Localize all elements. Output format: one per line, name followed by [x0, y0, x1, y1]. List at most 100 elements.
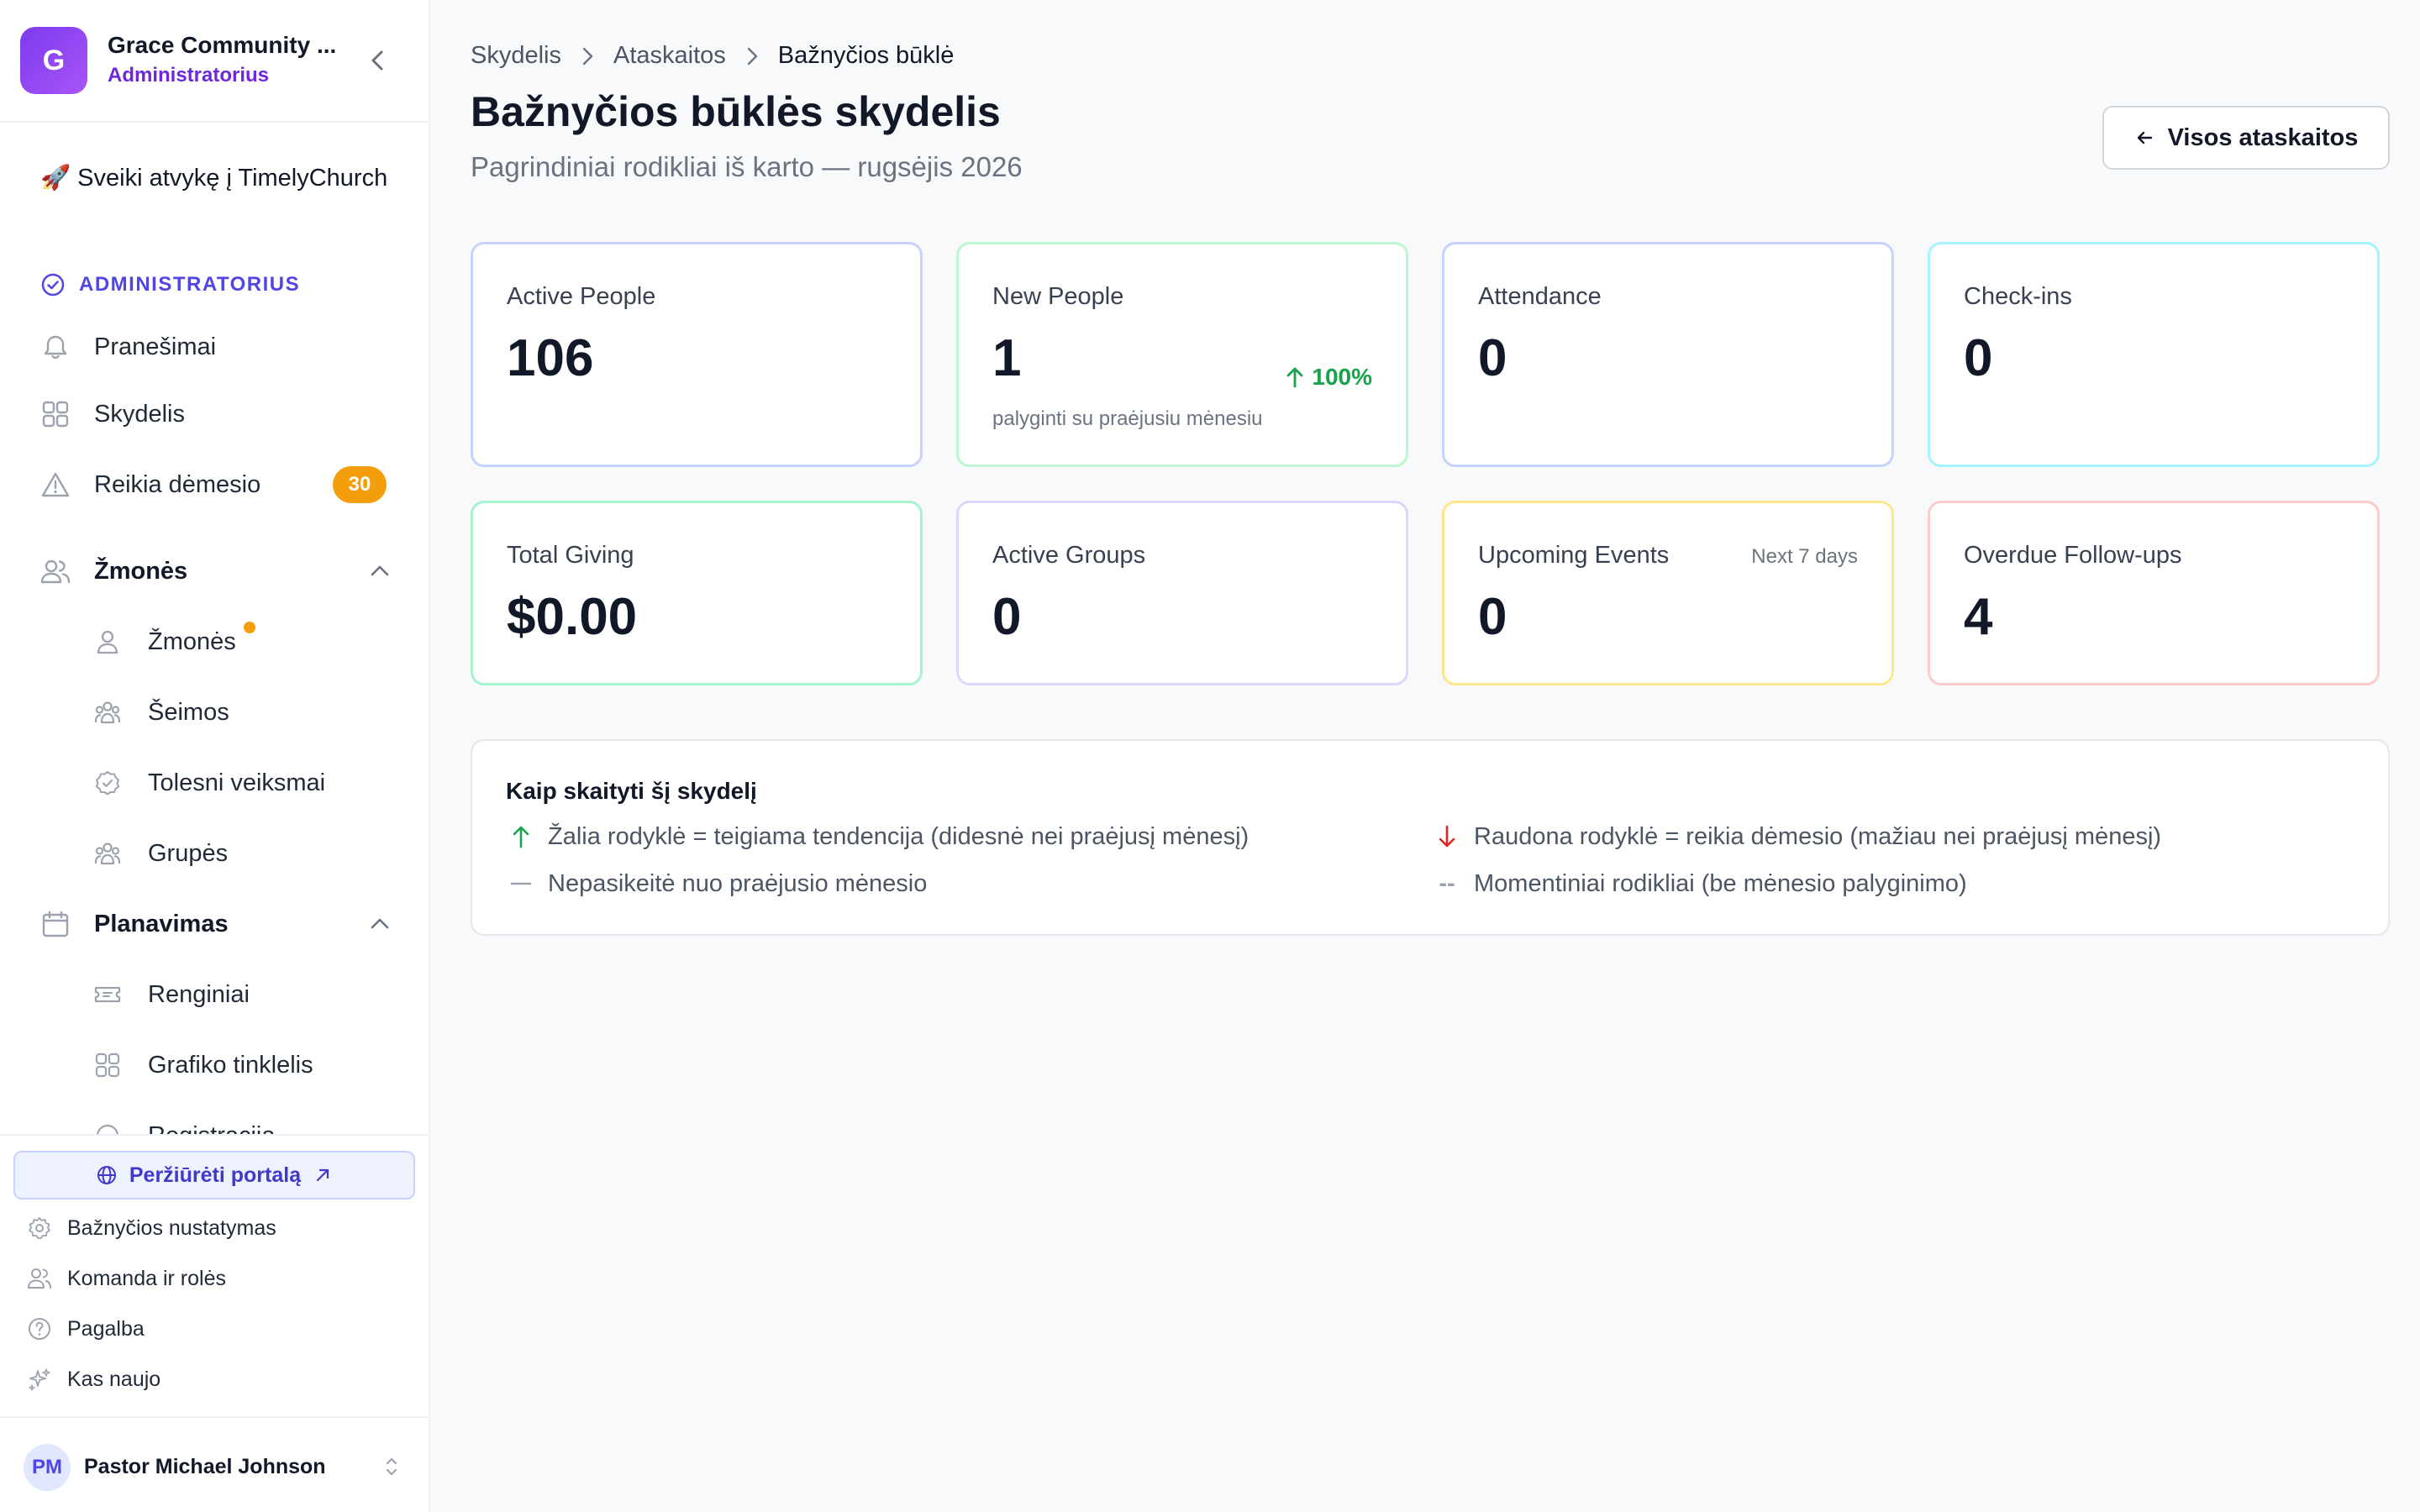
org-logo[interactable]: G: [20, 27, 87, 94]
bell-icon: [44, 335, 67, 360]
section-label-admin: ADMINISTRATORIUS: [40, 272, 300, 297]
metric-card-upcoming-events[interactable]: Upcoming Events Next 7 days 0: [1442, 501, 1894, 685]
collapse-sidebar-button[interactable]: [363, 45, 393, 76]
chevron-left-icon: [371, 50, 383, 71]
breadcrumb-dashboard[interactable]: Skydelis: [471, 42, 561, 70]
arrow-up-icon: [513, 826, 529, 848]
org-name[interactable]: Grace Community ...: [108, 32, 336, 59]
arrow-left-icon: [2137, 131, 2152, 144]
view-portal-button[interactable]: Peržiūrėti portalą: [13, 1151, 415, 1200]
metric-value: 0: [1478, 588, 1507, 646]
sidebar-item-label: Grupės: [148, 839, 229, 867]
trend-value: 100%: [1312, 364, 1372, 390]
legend-text: Momentiniai rodikliai (be mėnesio palygi…: [1474, 869, 1967, 897]
metric-value: 106: [507, 329, 594, 387]
metric-card-checkins[interactable]: Check-ins 0: [1928, 242, 2380, 467]
metric-card-new-people[interactable]: New People 1 100% palyginti su praėjusiu…: [956, 242, 1408, 467]
legend-title: Kaip skaityti šį skydelį: [506, 778, 757, 804]
user-name: Pastor Michael Johnson: [84, 1455, 326, 1478]
metric-label: Attendance: [1478, 283, 1602, 310]
legend-panel: Kaip skaityti šį skydelį Žalia rodyklė =…: [471, 739, 2390, 936]
breadcrumb: Skydelis Ataskaitos Bažnyčios būklė: [471, 42, 954, 70]
legend-item-unchanged: Nepasikeitė nuo praėjusio mėnesio: [506, 869, 927, 899]
arrow-down-icon: [1439, 825, 1455, 848]
all-reports-label: Visos ataskaitos: [2167, 123, 2359, 151]
legend-text: Žalia rodyklė = teigiama tendencija (did…: [548, 822, 1249, 850]
whats-new-link[interactable]: Kas naujo: [27, 1361, 413, 1398]
metric-value: 4: [1964, 588, 1993, 646]
legend-item-green: Žalia rodyklė = teigiama tendencija (did…: [506, 822, 1249, 852]
legend-text: Raudona rodyklė = reikia dėmesio (mažiau…: [1474, 822, 2162, 850]
metric-value: 0: [1478, 329, 1507, 387]
family-icon: [94, 701, 121, 724]
metric-label: Total Giving: [507, 542, 634, 569]
sidebar-item-events[interactable]: Renginiai: [81, 968, 402, 1021]
all-reports-button[interactable]: Visos ataskaitos: [2102, 106, 2390, 170]
metric-label: Active Groups: [992, 542, 1146, 569]
main-content: Skydelis Ataskaitos Bažnyčios būklė Bažn…: [430, 0, 2420, 1512]
sidebar-group-planning[interactable]: Planavimas: [27, 897, 402, 951]
sidebar-item-dashboard[interactable]: Skydelis: [27, 387, 402, 441]
check-circle-icon: [41, 273, 65, 297]
org-role: Administratorius: [108, 64, 270, 87]
chevron-up-icon: [371, 918, 389, 929]
metric-card-total-giving[interactable]: Total Giving $0.00: [471, 501, 923, 685]
sidebar-item-attention[interactable]: Reikia dėmesio 30: [27, 458, 402, 512]
check-circle-icon: [97, 1124, 118, 1134]
sidebar-item-followups[interactable]: Tolesni veiksmai: [81, 756, 402, 810]
sidebar-item-schedule[interactable]: Grafiko tinklelis: [81, 1038, 402, 1092]
legend-item-red: Raudona rodyklė = reikia dėmesio (mažiau…: [1432, 822, 2161, 852]
sidebar-item-groups[interactable]: Grupės: [81, 827, 402, 880]
breadcrumb-reports[interactable]: Ataskaitos: [613, 42, 726, 70]
breadcrumb-current: Bažnyčios būklė: [777, 42, 955, 69]
sidebar-item-families[interactable]: Šeimos: [81, 685, 402, 739]
sidebar-item-label: Šeimos: [148, 698, 229, 726]
badge-check-icon: [96, 771, 119, 795]
church-settings-link[interactable]: Bažnyčios nustatymas: [27, 1210, 413, 1247]
sidebar-group-people[interactable]: Žmonės: [27, 544, 402, 598]
trend-indicator: 100%: [1285, 364, 1372, 391]
metric-label: Check-ins: [1964, 283, 2072, 310]
sidebar-item-label: Registracija: [148, 1122, 276, 1135]
section-label-text: ADMINISTRATORIUS: [79, 273, 301, 296]
sidebar-item-notifications[interactable]: Pranešimai: [27, 320, 402, 374]
help-label: Pagalba: [67, 1316, 145, 1341]
metric-card-active-groups[interactable]: Active Groups 0: [956, 501, 1408, 685]
metric-card-attendance[interactable]: Attendance 0: [1442, 242, 1894, 467]
sidebar-nav[interactable]: 🚀 Sveiki atvykę į TimelyChurch ADMINISTR…: [0, 124, 429, 1134]
sidebar-item-label: Renginiai: [148, 980, 250, 1008]
sidebar-item-registrations[interactable]: Registracija: [81, 1109, 402, 1134]
external-link-icon: [317, 1168, 329, 1182]
sidebar-group-label: Planavimas: [94, 910, 229, 937]
user-menu[interactable]: PM Pastor Michael Johnson: [0, 1416, 429, 1512]
chevron-right-icon: [582, 47, 593, 65]
metric-label: Active People: [507, 283, 656, 310]
sidebar-footer: Peržiūrėti portalą Bažnyčios nustatymas …: [0, 1134, 429, 1416]
ticket-icon: [94, 986, 121, 1003]
team-roles-link[interactable]: Komanda ir rolės: [27, 1260, 413, 1297]
metric-hint: Next 7 days: [1751, 545, 1858, 568]
avatar: PM: [24, 1444, 71, 1491]
sidebar-group-label: Žmonės: [94, 557, 188, 585]
sidebar: G Grace Community ... Administratorius 🚀…: [0, 0, 430, 1512]
double-dash-marker: --: [1439, 869, 1455, 897]
help-circle-icon: [29, 1318, 50, 1340]
page-subtitle: Pagrindiniai rodikliai iš karto — rugsėj…: [471, 151, 1023, 182]
user-icon: [97, 630, 118, 654]
metric-value: 0: [1964, 329, 1993, 387]
chevron-up-down-icon: [386, 1457, 397, 1476]
attention-count-badge: 30: [333, 466, 387, 503]
metric-card-active-people[interactable]: Active People 106: [471, 242, 923, 467]
calendar-icon: [42, 911, 69, 937]
sidebar-item-people[interactable]: Žmonės: [81, 615, 402, 669]
metric-card-overdue-followups[interactable]: Overdue Follow-ups 4: [1928, 501, 2380, 685]
view-portal-label: Peržiūrėti portalą: [129, 1163, 302, 1187]
team-roles-label: Komanda ir rolės: [67, 1266, 226, 1290]
help-link[interactable]: Pagalba: [27, 1310, 413, 1347]
sparkles-icon: [29, 1368, 50, 1391]
sidebar-item-label: Skydelis: [94, 400, 185, 428]
users-icon: [40, 559, 71, 584]
sidebar-item-label: Žmonės: [148, 627, 236, 655]
chevron-right-icon: [747, 47, 757, 65]
church-settings-label: Bažnyčios nustatymas: [67, 1215, 276, 1240]
